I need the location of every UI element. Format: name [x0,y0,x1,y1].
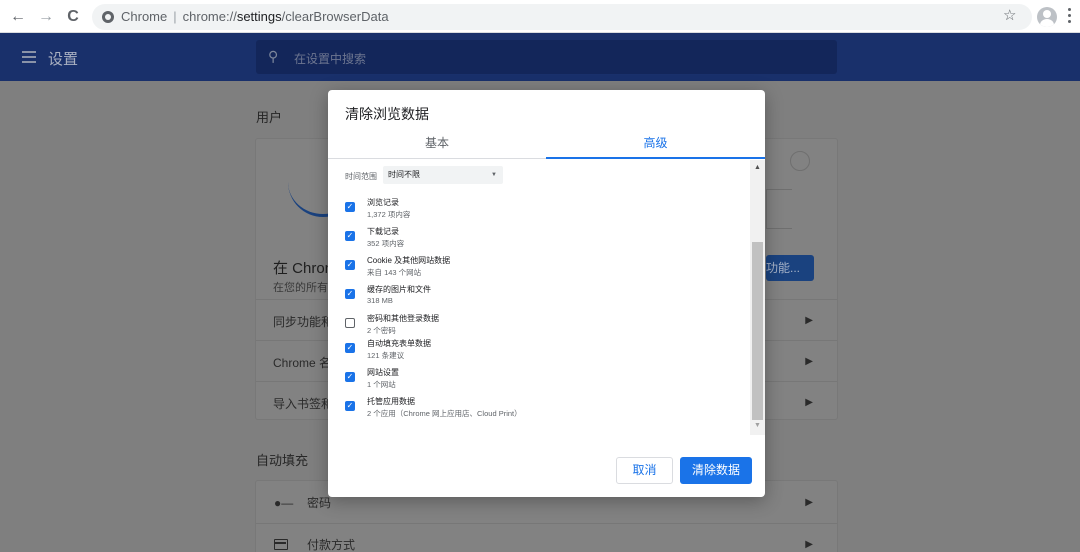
tab-advanced[interactable]: 高级 [546,128,765,159]
import-bookmarks-row[interactable]: 导入书签和 [273,395,333,412]
chevron-right-icon: ▶ [805,539,813,550]
option-passwords[interactable]: ✓ 密码和其他登录数据 2 个密码 [345,313,735,339]
passwords-row[interactable]: 密码 [307,494,331,511]
checkbox-checked[interactable]: ✓ [345,202,355,212]
checkbox-checked[interactable]: ✓ [345,289,355,299]
checkbox-checked[interactable]: ✓ [345,343,355,353]
dialog-title: 清除浏览数据 [345,106,429,122]
profile-avatar-icon[interactable] [1037,7,1057,27]
checkbox-checked[interactable]: ✓ [345,260,355,270]
dropdown-arrow-icon: ▼ [491,172,497,178]
option-label: Cookie 及其他网站数据 [367,256,451,265]
search-icon: ⚲ [268,48,279,64]
checkbox-checked[interactable]: ✓ [345,401,355,411]
option-label: 网站设置 [367,368,399,377]
option-label: 缓存的图片和文件 [367,285,431,294]
chrome-site-icon [102,11,114,23]
chevron-right-icon: ▶ [805,315,813,326]
option-browsing-history[interactable]: ✓ 浏览记录 1,372 项内容 [345,197,735,223]
credit-card-icon [274,539,288,550]
option-label: 下载记录 [367,227,399,236]
sync-row[interactable]: 同步功能和 [273,313,333,330]
option-label: 浏览记录 [367,198,399,207]
clear-browsing-data-dialog: 清除浏览数据 基本 高级 时间范围 时间不限 ▼ ✓ 浏览记录 1,372 项内… [328,90,765,497]
scroll-up-arrow-icon[interactable]: ▲ [754,164,761,171]
option-sublabel: 2 个密码 [367,326,396,335]
section-title-people: 用户 [256,110,283,125]
checkbox-unchecked[interactable]: ✓ [345,318,355,328]
scrollbar-thumb[interactable] [752,242,763,420]
option-label: 密码和其他登录数据 [367,314,439,323]
checkbox-checked[interactable]: ✓ [345,231,355,241]
page-title: 设置 [48,51,79,68]
address-text[interactable]: Chrome | chrome://settings/clearBrowserDat… [121,9,389,24]
row-divider [256,523,837,524]
address-bar[interactable]: Chrome | chrome://settings/clearBrowserDat… [92,4,1032,30]
option-sublabel: 来自 143 个网站 [367,268,422,277]
option-label: 自动填充表单数据 [367,339,431,348]
forward-icon[interactable]: → [36,7,56,27]
hamburger-menu-icon[interactable] [22,51,36,63]
settings-search-input[interactable]: ⚲ 在设置中搜索 [256,40,837,74]
settings-header: 设置 ⚲ 在设置中搜索 [0,33,1080,81]
option-sublabel: 2 个应用（Chrome 网上应用店、Cloud Print） [367,409,522,418]
illustration-shape [766,189,792,229]
checkbox-checked[interactable]: ✓ [345,372,355,382]
option-hosted-app-data[interactable]: ✓ 托管应用数据 2 个应用（Chrome 网上应用店、Cloud Print） [345,396,735,422]
section-title-autofill: 自动填充 [256,453,309,468]
option-site-settings[interactable]: ✓ 网站设置 1 个网站 [345,367,735,393]
option-sublabel: 318 MB [367,296,393,305]
cancel-button[interactable]: 取消 [616,457,673,484]
kebab-menu-icon[interactable] [1068,8,1072,26]
time-range-select[interactable]: 时间不限 ▼ [383,166,503,184]
key-icon: ●— [274,496,294,510]
option-label: 托管应用数据 [367,397,415,406]
browser-toolbar: ← → C Chrome | chrome://settings/clearBrow… [0,0,1080,33]
option-sublabel: 1 个网站 [367,380,396,389]
bookmark-star-icon[interactable]: ☆ [1003,6,1016,24]
chrome-name-row[interactable]: Chrome 名 [273,354,331,371]
chrome-heading: 在 Chron [273,260,334,277]
time-range-label: 时间范围 [345,172,377,181]
option-cached-images[interactable]: ✓ 缓存的图片和文件 318 MB [345,284,735,310]
search-placeholder: 在设置中搜索 [294,52,367,66]
option-sublabel: 1,372 项内容 [367,210,411,219]
option-sublabel: 121 条建议 [367,351,405,360]
turn-on-sync-button[interactable]: 功能... [766,255,814,281]
payment-methods-row[interactable]: 付款方式 [307,536,355,552]
scroll-down-arrow-icon[interactable]: ▼ [754,422,761,429]
tab-basic[interactable]: 基本 [328,128,546,159]
reload-icon[interactable]: C [63,7,83,27]
illustration-circle [790,151,810,171]
chevron-right-icon: ▶ [805,356,813,367]
option-sublabel: 352 项内容 [367,239,405,248]
option-autofill[interactable]: ✓ 自动填充表单数据 121 条建议 [345,338,735,364]
chevron-right-icon: ▶ [805,497,813,508]
option-download-history[interactable]: ✓ 下载记录 352 项内容 [345,226,735,252]
options-scroll-area[interactable]: 时间范围 时间不限 ▼ ✓ 浏览记录 1,372 项内容 ✓ 下载记录 352 … [328,160,765,437]
clear-data-button[interactable]: 清除数据 [680,457,752,484]
chrome-subtext: 在您的所有 [273,282,328,294]
option-cookies[interactable]: ✓ Cookie 及其他网站数据 来自 143 个网站 [345,255,735,281]
back-icon[interactable]: ← [8,7,28,27]
chevron-right-icon: ▶ [805,397,813,408]
